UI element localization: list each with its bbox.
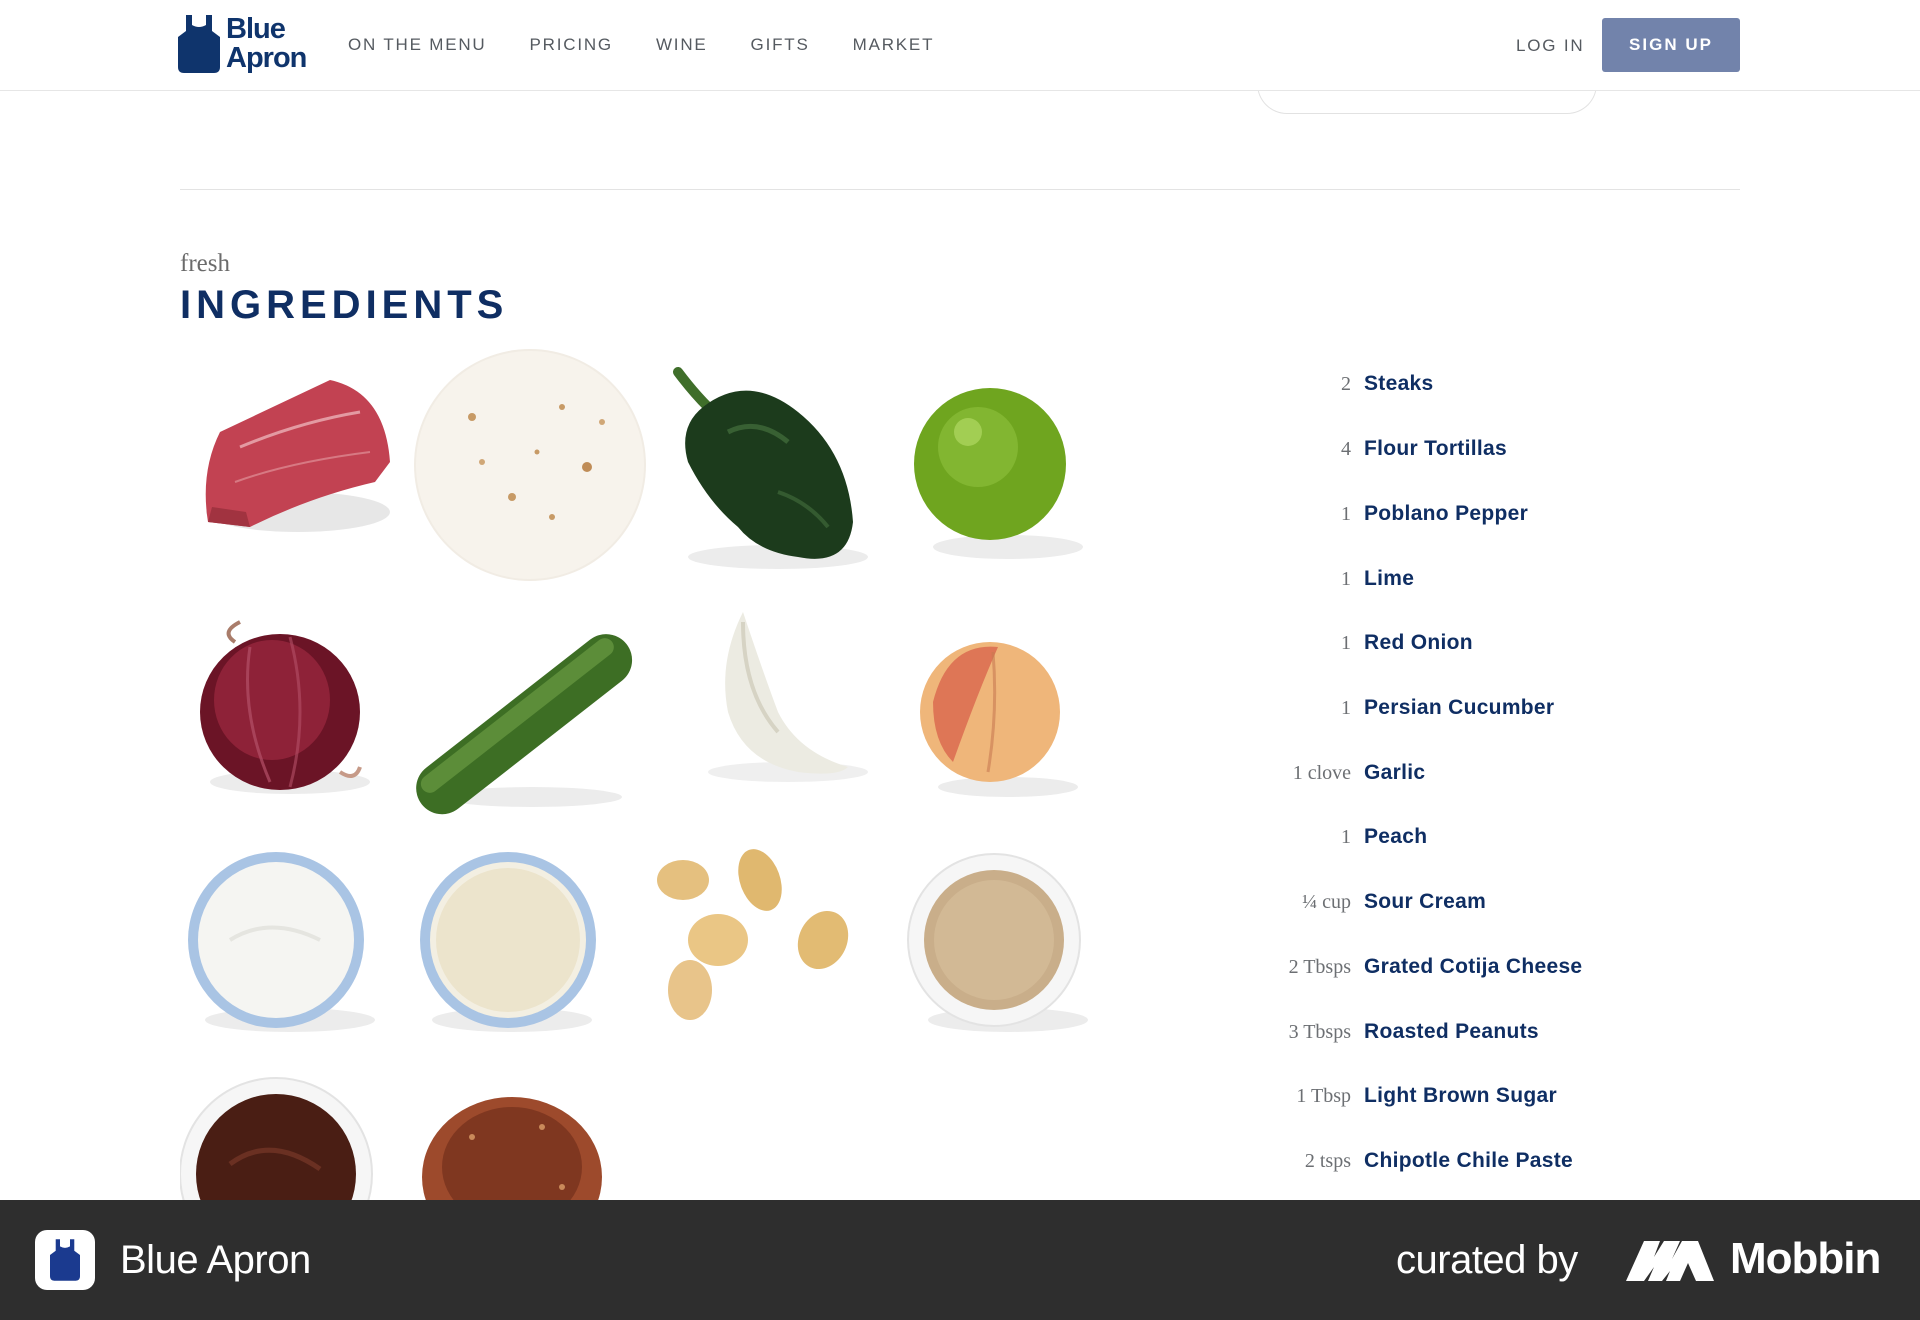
ingredient-qty: 2	[1341, 373, 1351, 395]
ingredient-qty: 1	[1341, 503, 1351, 525]
ingredient-row: 1 Lime	[1200, 567, 1414, 597]
section-title: INGREDIENTS	[180, 283, 509, 327]
login-link[interactable]: LOG IN	[1516, 36, 1584, 56]
persian-cucumber-image	[412, 602, 652, 842]
ingredient-row: 2 Steaks	[1200, 372, 1434, 402]
logo-text: Blue Apron	[226, 13, 307, 74]
curated-by-label: curated by	[1396, 1238, 1578, 1282]
ingredient-name: Poblano Pepper	[1364, 502, 1529, 525]
poblano-pepper-image	[648, 352, 888, 592]
ingredient-qty: 3 Tbsps	[1288, 1021, 1351, 1043]
ingredient-qty: ¼ cup	[1302, 891, 1351, 913]
roasted-peanuts-image	[648, 840, 888, 1080]
lime-image	[898, 352, 1138, 592]
ingredient-row: 2 Tbsps Grated Cotija Cheese	[1200, 955, 1583, 985]
signup-button[interactable]: SIGN UP	[1602, 18, 1740, 72]
mobbin-logo: Mobbin	[1626, 1234, 1881, 1284]
ingredient-row: 1 Persian Cucumber	[1200, 696, 1554, 726]
ingredient-name: Peach	[1364, 825, 1428, 848]
light-brown-sugar-image	[898, 840, 1138, 1080]
red-onion-image	[180, 602, 420, 842]
ingredient-row: 2 tsps Chipotle Chile Paste	[1200, 1149, 1573, 1179]
ingredient-name: Grated Cotija Cheese	[1364, 955, 1583, 978]
blue-apron-logo[interactable]: Blue Apron	[178, 13, 307, 74]
ingredient-name: Persian Cucumber	[1364, 696, 1555, 719]
peach-image	[898, 602, 1138, 842]
sour-cream-image	[180, 840, 420, 1080]
ingredient-name: Red Onion	[1364, 631, 1473, 654]
ingredient-row: 1 Poblano Pepper	[1200, 502, 1528, 532]
ingredient-name: Chipotle Chile Paste	[1364, 1149, 1574, 1172]
ingredient-row: 4 Flour Tortillas	[1200, 437, 1507, 467]
nav-gifts[interactable]: GIFTS	[751, 35, 810, 55]
ingredient-name: Light Brown Sugar	[1364, 1084, 1557, 1107]
top-navigation: Blue Apron ON THE MENU PRICING WINE GIFT…	[0, 0, 1920, 91]
mobbin-wordmark: Mobbin	[1730, 1234, 1881, 1283]
ingredient-row: 1 clove Garlic	[1200, 761, 1425, 791]
ingredient-name: Flour Tortillas	[1364, 437, 1507, 460]
ingredient-row: ¼ cup Sour Cream	[1200, 890, 1486, 920]
ingredient-name: Roasted Peanuts	[1364, 1020, 1539, 1043]
ingredient-row: 1 Red Onion	[1200, 631, 1473, 661]
ingredient-qty: 2 Tbsps	[1288, 956, 1351, 978]
ingredient-qty: 2 tsps	[1304, 1150, 1351, 1172]
mobbin-mark-icon	[1626, 1241, 1714, 1281]
flour-tortilla-image	[412, 347, 652, 587]
section-eyebrow: fresh	[180, 250, 230, 277]
app-name: Blue Apron	[120, 1238, 311, 1282]
ingredient-name: Sour Cream	[1364, 890, 1487, 913]
steak-image	[180, 352, 420, 592]
ingredient-row: 3 Tbsps Roasted Peanuts	[1200, 1020, 1539, 1050]
ingredient-row: 1 Peach	[1200, 825, 1427, 855]
ingredient-row: 1 Tbsp Light Brown Sugar	[1200, 1084, 1557, 1114]
nav-pricing[interactable]: PRICING	[530, 35, 613, 55]
ingredient-qty: 1	[1341, 826, 1351, 848]
main-nav: ON THE MENU PRICING WINE GIFTS MARKET	[348, 35, 977, 55]
apron-icon	[178, 15, 220, 73]
ingredient-name: Garlic	[1364, 761, 1426, 784]
ingredient-qty: 1 clove	[1292, 762, 1351, 784]
apron-icon	[50, 1239, 80, 1281]
cotija-cheese-image	[412, 840, 652, 1080]
garlic-image	[648, 602, 888, 842]
app-icon	[35, 1230, 95, 1290]
nav-wine[interactable]: WINE	[656, 35, 708, 55]
section-divider	[180, 189, 1740, 190]
ingredient-qty: 1 Tbsp	[1296, 1085, 1351, 1107]
ingredient-qty: 1	[1341, 632, 1351, 654]
ingredient-name: Steaks	[1364, 372, 1434, 395]
nav-market[interactable]: MARKET	[853, 35, 935, 55]
ingredient-name: Lime	[1364, 567, 1415, 590]
ingredient-qty: 4	[1341, 438, 1351, 460]
nav-on-the-menu[interactable]: ON THE MENU	[348, 35, 487, 55]
mobbin-footer-bar: Blue Apron curated by Mobbin	[0, 1200, 1920, 1320]
ingredient-qty: 1	[1341, 697, 1351, 719]
ingredient-qty: 1	[1341, 568, 1351, 590]
